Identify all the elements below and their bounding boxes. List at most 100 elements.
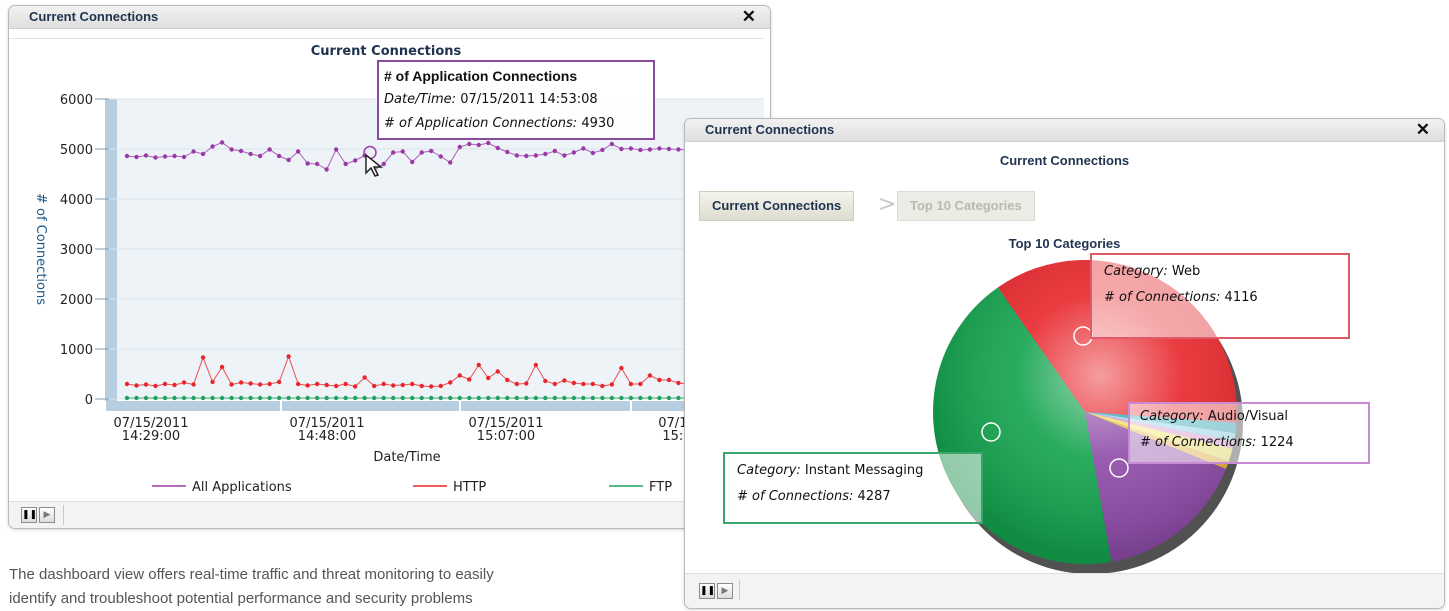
series-all-applications-point	[571, 150, 577, 155]
series-ftp-point	[486, 395, 491, 401]
series-http-point	[248, 381, 253, 386]
series-all-applications-point	[429, 148, 434, 154]
cursor-arrow-icon	[365, 153, 384, 177]
series-all-applications-point	[267, 147, 272, 152]
tooltip-count-value: 4287	[857, 489, 891, 504]
series-ftp-point	[143, 395, 149, 401]
series-ftp-point	[676, 395, 681, 401]
breadcrumb-top-10-categories[interactable]: Top 10 Categories	[897, 191, 1035, 221]
series-http-point	[467, 377, 472, 382]
x-axis-bar	[105, 401, 760, 411]
series-all-applications-point	[352, 158, 358, 163]
series-all-applications-point	[172, 153, 177, 159]
series-all-applications-point	[562, 153, 567, 158]
series-all-applications-point	[410, 159, 415, 165]
web-tooltip: Category: Web # of Connections: 4116	[1090, 253, 1350, 339]
panel-header: Current Connections	[999, 153, 1130, 168]
series-all-applications-point	[486, 140, 491, 146]
series-http-point	[162, 381, 168, 387]
series-http-point	[419, 383, 424, 389]
series-ftp-point	[324, 395, 329, 401]
series-all-applications-point	[229, 147, 234, 152]
series-all-applications-point	[210, 144, 215, 149]
breadcrumb-label: Current Connections	[712, 198, 842, 213]
series-all-applications-point	[400, 149, 405, 154]
series-ftp-point	[371, 395, 377, 401]
series-http-point	[448, 380, 453, 385]
series-all-applications-point	[295, 149, 301, 154]
series-ftp-point	[314, 395, 320, 401]
series-ftp-point	[286, 395, 291, 401]
series-all-applications-point	[248, 151, 253, 157]
series-ftp-point	[524, 395, 529, 401]
y-tick-label: 4000	[60, 193, 93, 208]
series-http-point	[429, 384, 434, 389]
tooltip-date-value: 07/15/2011 14:53:08	[460, 92, 598, 107]
window-titlebar[interactable]: Current Connections ✕	[9, 6, 770, 29]
series-ftp-point	[600, 395, 605, 401]
tooltip-heading: # of Application Connections	[384, 68, 578, 84]
series-all-applications-point	[638, 147, 643, 153]
series-ftp-point	[391, 395, 396, 401]
series-all-applications-point	[495, 145, 500, 151]
series-http-point	[533, 362, 539, 368]
tooltip-category-label: Category:	[1140, 409, 1204, 424]
series-ftp-point	[543, 395, 548, 401]
series-ftp-point	[581, 395, 586, 401]
series-ftp-point	[172, 395, 177, 401]
window-title: Current Connections	[705, 122, 835, 137]
close-icon[interactable]: ✕	[742, 6, 756, 28]
breadcrumb-current-connections[interactable]: Current Connections	[699, 191, 855, 221]
series-ftp-point	[343, 395, 348, 401]
series-http-point	[524, 381, 529, 386]
series-ftp-point	[200, 395, 206, 401]
series-all-applications-point	[257, 153, 263, 159]
tooltip-category-value: Audio/Visual	[1207, 409, 1289, 424]
series-http-point	[657, 377, 662, 383]
series-ftp-point	[153, 395, 158, 401]
series-ftp-point	[210, 395, 215, 401]
series-all-applications-point	[191, 149, 196, 154]
series-http-point	[371, 383, 377, 389]
pause-icon[interactable]: ❚❚	[21, 507, 37, 523]
series-all-applications-point	[162, 154, 168, 159]
caption: The dashboard view offers real-time traf…	[9, 563, 729, 611]
series-ftp-point	[467, 395, 472, 401]
series-http-point	[609, 382, 615, 387]
y-tick-label: 6000	[60, 93, 93, 108]
series-http-point	[362, 375, 367, 380]
series-all-applications-point	[581, 146, 586, 151]
series-all-applications-point	[533, 153, 539, 158]
tooltip-category-label: Category:	[1104, 264, 1168, 279]
series-http-point	[666, 377, 672, 383]
series-ftp-point	[457, 395, 462, 401]
series-http-point	[305, 383, 310, 388]
tooltip-date-label: Date/Time:	[384, 92, 457, 107]
series-http-point	[134, 383, 139, 388]
series-all-applications-point	[543, 151, 548, 157]
divider	[63, 505, 64, 525]
close-icon[interactable]: ✕	[1416, 119, 1430, 141]
series-http-point	[505, 377, 510, 383]
series-http-point	[457, 373, 462, 378]
y-tick-label: 1000	[60, 343, 93, 358]
tooltip-date-row: Date/Time: 07/15/2011 14:53:08	[384, 88, 648, 112]
series-ftp-point	[514, 395, 520, 401]
tooltip-count-row: # of Connections: 4287	[737, 484, 969, 510]
series-http-point	[476, 362, 481, 368]
window-titlebar[interactable]: Current Connections ✕	[685, 119, 1444, 142]
series-ftp-point	[400, 395, 405, 401]
series-ftp-point	[352, 395, 358, 401]
breadcrumb-chevron-icon: >	[878, 192, 897, 217]
play-icon[interactable]: ▶	[717, 583, 733, 599]
play-icon[interactable]: ▶	[39, 507, 55, 523]
series-http-point	[229, 382, 234, 387]
series-all-applications-point	[343, 161, 348, 167]
series-ftp-point	[562, 395, 567, 401]
series-ftp-point	[419, 395, 424, 401]
legend-label-all: All Applications	[192, 480, 292, 495]
tooltip-category-value: Web	[1171, 264, 1201, 279]
series-all-applications-point	[181, 154, 187, 160]
tooltip-count-row: # of Connections: 1224	[1140, 430, 1358, 456]
pause-icon[interactable]: ❚❚	[699, 583, 715, 599]
